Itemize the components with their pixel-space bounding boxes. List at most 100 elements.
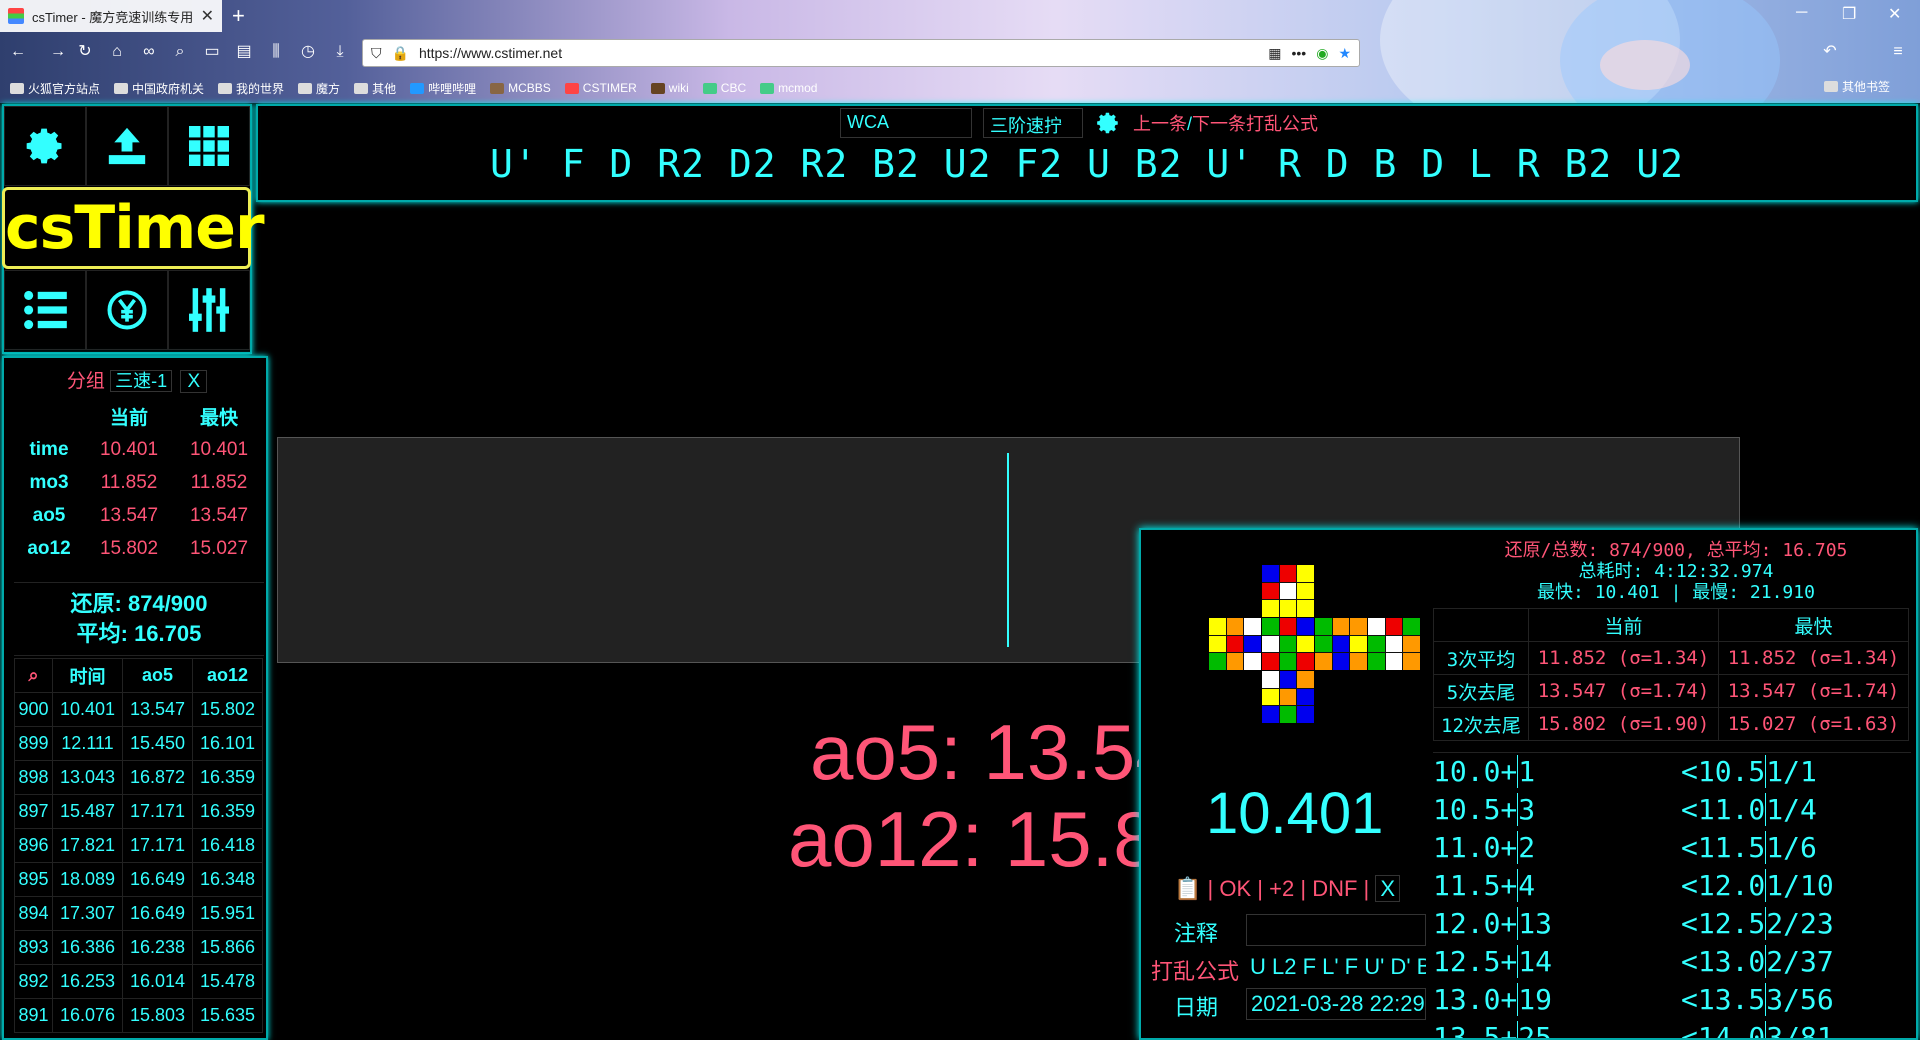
reload-icon[interactable]: ↻ xyxy=(75,42,95,62)
menu-icon[interactable]: ≡ xyxy=(1888,42,1908,62)
cube-facelet xyxy=(1403,635,1420,653)
stat-row[interactable]: time 10.401 10.401 xyxy=(14,433,264,466)
globe-icon[interactable]: ◉ xyxy=(1316,45,1328,62)
qr-code-icon[interactable]: ▦ xyxy=(1268,45,1281,62)
lock-icon[interactable]: 🔒 xyxy=(392,45,409,62)
cube-facelet xyxy=(1209,635,1226,653)
cube-facelet xyxy=(1262,582,1279,600)
history-row[interactable]: 894 17.307 16.649 15.951 xyxy=(14,896,263,931)
distribution-left: 10.0+1 10.5+3 11.0+2 11.5+4 12.0+13 12.5… xyxy=(1433,753,1553,1038)
cube-facelet xyxy=(1244,618,1261,635)
history-row[interactable]: 895 18.089 16.649 16.348 xyxy=(14,862,263,897)
bookmark-item[interactable]: 其他 xyxy=(354,80,396,97)
history-row[interactable]: 900 10.401 13.547 15.802 xyxy=(14,692,263,727)
history-row[interactable]: 892 16.253 16.014 15.478 xyxy=(14,964,263,999)
stat-row[interactable]: mo3 11.852 11.852 xyxy=(14,466,264,499)
close-tab-icon[interactable]: ✕ xyxy=(201,6,214,26)
donate-button[interactable] xyxy=(86,270,168,350)
bookmark-item[interactable]: wiki xyxy=(650,81,689,95)
average-row[interactable]: 3次平均 11.852 (σ=1.34) 11.852 (σ=1.34) xyxy=(1433,641,1909,675)
plus2-button[interactable]: +2 xyxy=(1269,876,1294,901)
cube-facelet xyxy=(1244,635,1261,653)
history-row[interactable]: 893 16.386 16.238 15.866 xyxy=(14,930,263,965)
library-icon[interactable]: ⫼ xyxy=(266,42,286,62)
history-row[interactable]: 896 17.821 17.171 16.418 xyxy=(14,828,263,863)
history-icon[interactable]: ◷ xyxy=(298,42,318,62)
stat-row[interactable]: ao5 13.547 13.547 xyxy=(14,499,264,532)
average-row[interactable]: 12次去尾 15.802 (σ=1.90) 15.027 (σ=1.63) xyxy=(1433,707,1909,741)
bookmark-item[interactable]: 中国政府机关 xyxy=(114,80,204,97)
puzzle-select[interactable]: 三阶速拧 xyxy=(983,108,1083,138)
folder-icon xyxy=(218,82,233,94)
stats-list-button[interactable] xyxy=(4,270,86,350)
clipboard-icon[interactable]: 📋 xyxy=(1174,876,1201,901)
prev-scramble-link[interactable]: 上一条 xyxy=(1133,114,1187,134)
bookmark-star-icon[interactable]: ★ xyxy=(1338,45,1351,62)
info-solved-mean: 还原/总数: 874/900, 总平均: 16.705 xyxy=(1504,540,1848,561)
reader-icon[interactable]: ▤ xyxy=(234,42,254,62)
scramble-gear-icon[interactable] xyxy=(1095,110,1121,136)
stats-panel: 分组 三速-1 X 当前 最快 time 10.401 10.401 mo3 11.85… xyxy=(2,356,268,1040)
cube-facelet xyxy=(1262,635,1279,653)
solve-scramble[interactable]: U L2 F L' F U' D' B xyxy=(1246,952,1426,984)
extension-icon[interactable]: ∞ xyxy=(139,42,159,62)
cube-face-down xyxy=(1262,671,1314,723)
bookmark-item[interactable]: CBC xyxy=(702,81,746,95)
minimize-icon[interactable]: ─ xyxy=(1796,4,1807,22)
scramble-text[interactable]: U' F D R2 D2 R2 B2 U2 F2 U B2 U' R D B D… xyxy=(256,142,1918,186)
history-row[interactable]: 891 16.076 15.803 15.635 xyxy=(14,998,263,1033)
back-icon[interactable]: ← xyxy=(8,42,28,62)
cube-facelet xyxy=(1297,600,1314,617)
restore-icon[interactable]: ❐ xyxy=(1842,4,1856,24)
stat-row[interactable]: ao12 15.802 15.027 xyxy=(14,532,264,565)
history-table: ⌕ 时间 ao5 ao12 900 10.401 13.547 15.802 899 1… xyxy=(14,658,263,1033)
url-text[interactable]: https://www.cstimer.net xyxy=(419,45,562,61)
settings-button[interactable] xyxy=(4,106,86,186)
cube-facelet xyxy=(1262,653,1279,670)
options-button[interactable] xyxy=(168,270,250,350)
history-row[interactable]: 898 13.043 16.872 16.359 xyxy=(14,760,263,795)
cstimer-logo[interactable]: csTimer xyxy=(2,187,265,269)
history-row[interactable]: 897 15.487 17.171 16.359 xyxy=(14,794,263,829)
new-tab-button[interactable]: + xyxy=(232,3,245,29)
distribution-right: <10.51/1 <11.01/4 <11.51/6 <12.01/10 <12… xyxy=(1681,753,1834,1038)
bookmark-item[interactable]: CSTIMER xyxy=(564,81,637,95)
bookmark-item[interactable]: 我的世界 xyxy=(218,80,284,97)
bookmark-item[interactable]: mcmod xyxy=(760,81,817,95)
average-row[interactable]: 5次去尾 13.547 (σ=1.74) 13.547 (σ=1.74) xyxy=(1433,674,1909,708)
window-close-icon[interactable]: ✕ xyxy=(1888,4,1901,24)
tools-button[interactable] xyxy=(168,106,250,186)
bookmark-item[interactable]: MCBBS xyxy=(490,81,551,95)
next-scramble-link[interactable]: 下一条 xyxy=(1192,114,1246,134)
session-select[interactable]: 三速-1 xyxy=(110,370,173,392)
cube-facelet xyxy=(1315,635,1332,653)
scramble-type-select[interactable]: WCA xyxy=(840,108,972,138)
solve-date[interactable]: 2021-03-28 22:29 xyxy=(1246,988,1426,1020)
undo-icon[interactable]: ↶ xyxy=(1820,42,1840,62)
cube-facelet xyxy=(1226,653,1244,670)
delete-session-button[interactable]: X xyxy=(180,370,208,393)
cube-facelet xyxy=(1297,653,1314,670)
ok-button[interactable]: OK xyxy=(1219,876,1251,901)
browser-tab[interactable]: csTimer - 魔方竞速训练专用计 ✕ xyxy=(0,0,222,32)
download-icon[interactable]: ⤓ xyxy=(330,42,350,62)
sidebar-icon[interactable]: ▭ xyxy=(202,42,222,62)
bookmark-item[interactable]: 魔方 xyxy=(298,80,340,97)
forward-icon[interactable]: → xyxy=(48,42,68,62)
search-icon[interactable]: ⌕ xyxy=(170,42,190,62)
shield-icon[interactable]: ⛉ xyxy=(371,45,382,62)
history-row[interactable]: 899 12.111 15.450 16.101 xyxy=(14,726,263,761)
session-summary[interactable]: 还原: 874/900 平均: 16.705 xyxy=(14,582,264,656)
more-icon[interactable]: ••• xyxy=(1292,45,1307,61)
delete-solve-button[interactable]: X xyxy=(1375,875,1401,902)
export-button[interactable] xyxy=(86,106,168,186)
search-icon[interactable]: ⌕ xyxy=(14,658,53,693)
dnf-button[interactable]: DNF xyxy=(1312,876,1357,901)
bookmark-item[interactable]: 火狐官方站点 xyxy=(10,80,100,97)
bookmark-item[interactable]: 哔哩哔哩 xyxy=(410,80,476,97)
address-bar[interactable]: ⛉ 🔒 https://www.cstimer.net ▦ ••• ◉ ★ xyxy=(362,39,1360,67)
home-icon[interactable]: ⌂ xyxy=(107,42,127,62)
comment-input[interactable] xyxy=(1246,914,1426,946)
cube-facelet xyxy=(1279,635,1297,653)
other-bookmarks[interactable]: 其他书签 xyxy=(1823,78,1890,95)
